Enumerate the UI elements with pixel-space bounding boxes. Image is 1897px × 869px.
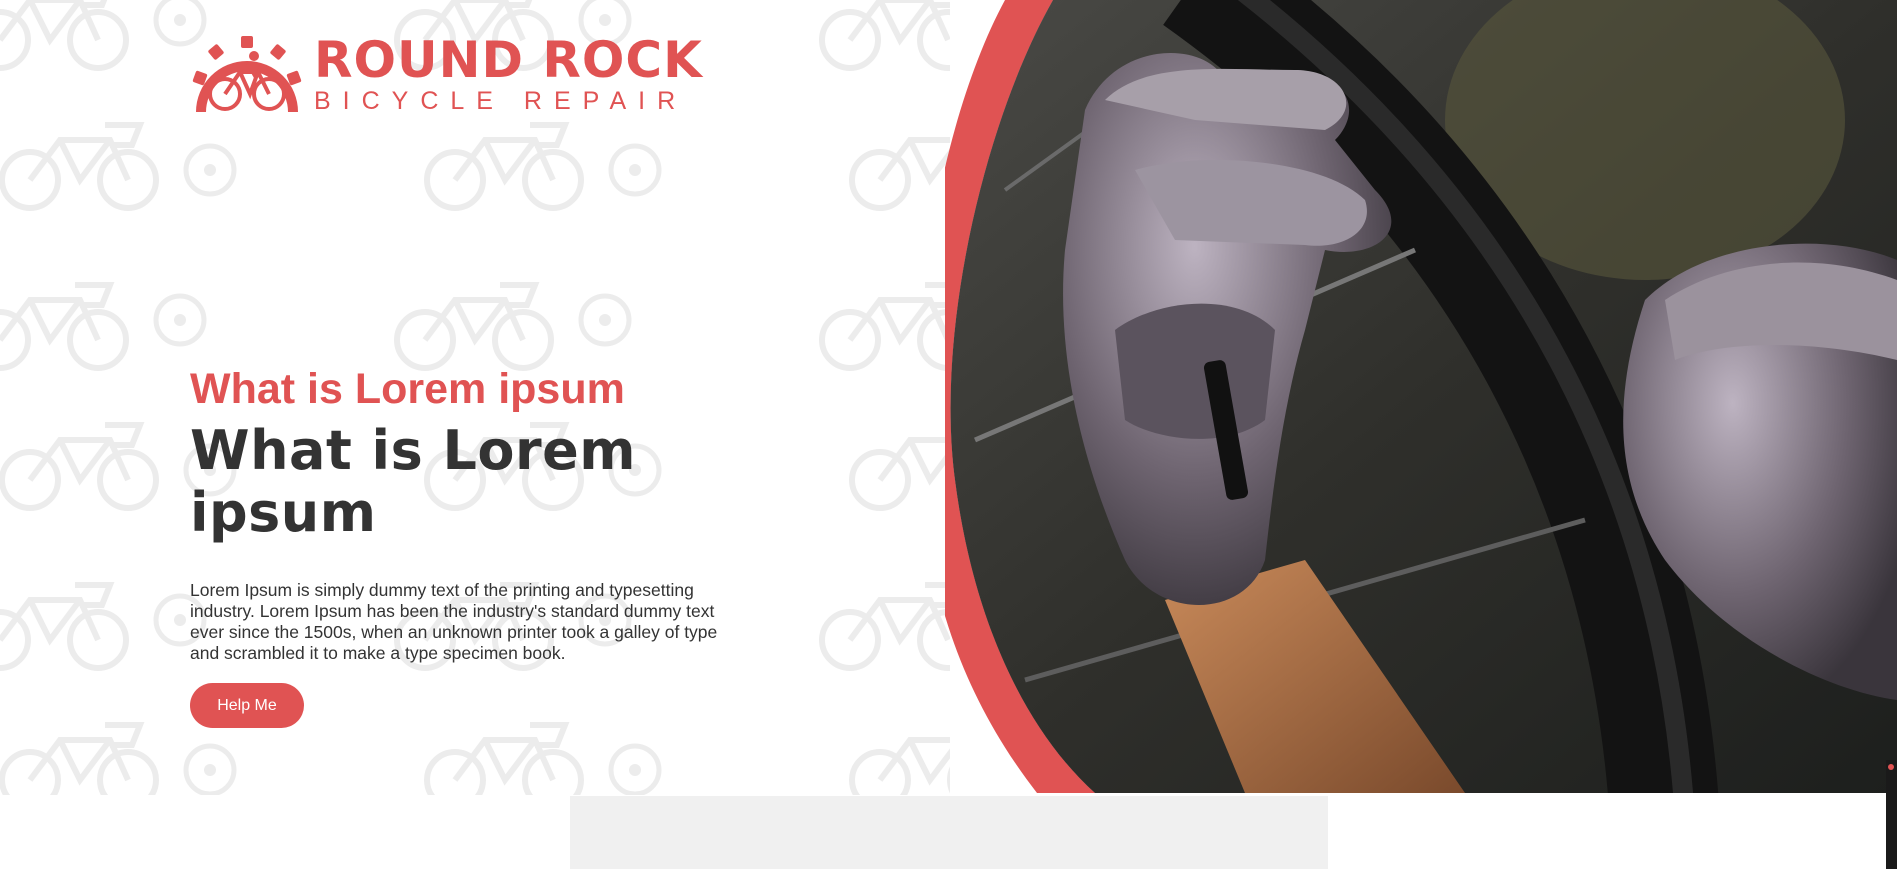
hero-content: What is Lorem ipsum What is Lorem ipsum … <box>190 362 780 728</box>
brand-logo[interactable]: ROUND ROCK BICYCLE REPAIR <box>188 30 728 120</box>
hero-image <box>945 0 1897 793</box>
brand-subtitle: BICYCLE REPAIR <box>314 87 688 115</box>
hero-description: Lorem Ipsum is simply dummy text of the … <box>190 580 718 663</box>
side-widget-tab[interactable] <box>1886 760 1897 869</box>
gear-bicycle-logo-icon <box>192 36 302 112</box>
bottom-section-panel <box>570 796 1328 869</box>
help-me-button[interactable]: Help Me <box>190 683 304 728</box>
hero-kicker: What is Lorem ipsum <box>190 365 625 413</box>
brand-title: ROUND ROCK <box>314 31 703 89</box>
hero-title: What is Lorem ipsum <box>190 419 637 544</box>
